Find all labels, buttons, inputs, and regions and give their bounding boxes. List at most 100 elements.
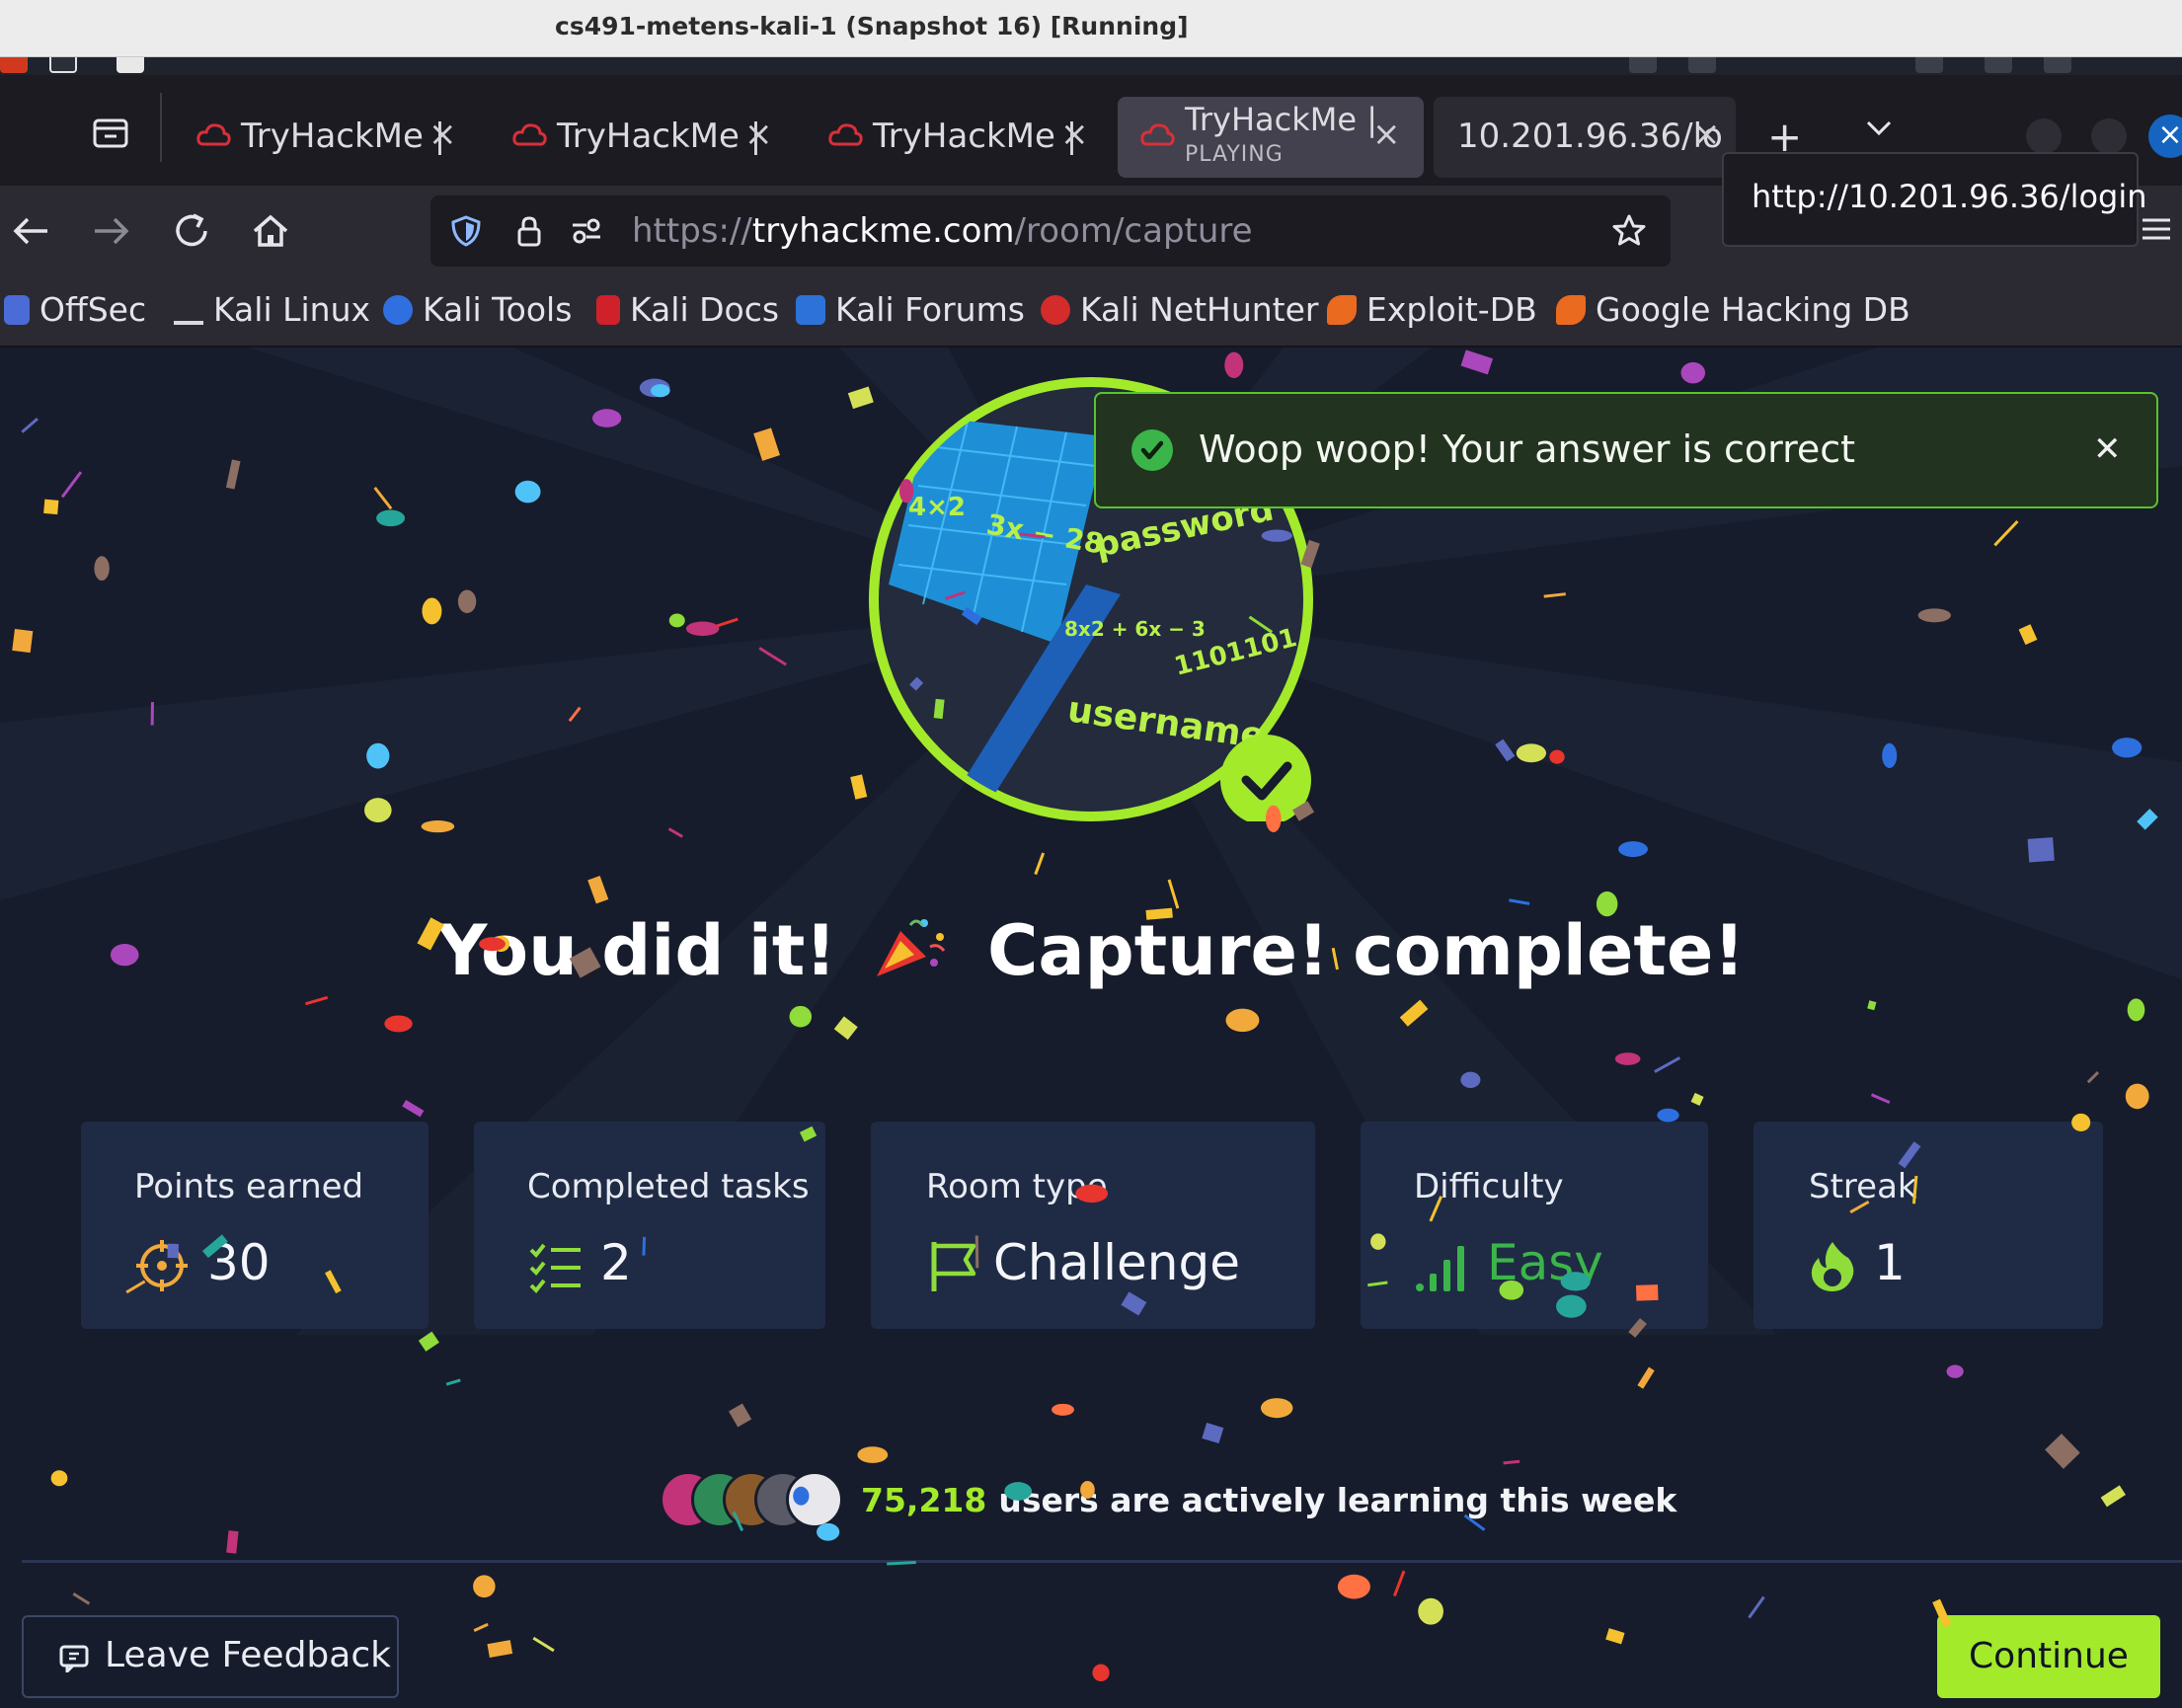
stat-label: Points earned (134, 1167, 364, 1206)
tryhackme-cloud-icon (512, 123, 547, 146)
target-icon (136, 1240, 188, 1291)
tab-close-icon[interactable]: × (1372, 115, 1401, 154)
bookmark-kali-docs[interactable]: Kali Docs (596, 290, 779, 329)
badge-text: 8x2 + 6x − 3 (1064, 617, 1206, 641)
check-circle-icon (1131, 429, 1173, 471)
stat-value: 30 (207, 1234, 271, 1291)
tab-close-icon[interactable]: × (1692, 115, 1721, 154)
checklist-icon (529, 1243, 581, 1293)
bookmark-label: Kali Forums (835, 290, 1025, 329)
url-host: tryhackme.com (751, 211, 1015, 251)
lock-icon[interactable] (511, 213, 547, 249)
tab-label: TryHackMe | (873, 116, 1078, 156)
bookmark-star-icon[interactable] (1611, 213, 1647, 249)
permissions-icon[interactable] (569, 213, 604, 249)
tab-label: TryHackMe | (557, 116, 762, 156)
shield-icon[interactable] (448, 213, 484, 249)
stat-card-tasks: Completed tasks 2 (474, 1122, 825, 1329)
url-bar[interactable]: https://tryhackme.com/room/capture (430, 195, 1671, 267)
page-title: You did it! Capture! complete! (0, 910, 2182, 991)
bookmark-exploit-db[interactable]: Exploit-DB (1327, 290, 1537, 329)
tab-tryhackme-active[interactable]: TryHackMe | PLAYING × (1118, 97, 1424, 178)
tab-close-icon[interactable]: × (1060, 115, 1089, 154)
stat-value: Easy (1487, 1234, 1603, 1291)
leave-feedback-button[interactable]: Leave Feedback (22, 1615, 399, 1698)
reload-icon[interactable] (168, 207, 215, 255)
menu-icon[interactable] (2139, 211, 2174, 247)
tab-login[interactable]: 10.201.96.36/lo × (1434, 97, 1736, 178)
stat-label: Room type (926, 1167, 1108, 1206)
firefox-view-icon[interactable] (91, 113, 130, 152)
notification-icon[interactable] (1985, 57, 2012, 73)
bookmark-kali-nethunter[interactable]: Kali NetHunter (1041, 290, 1319, 329)
learners-count: 75,218 (861, 1481, 987, 1519)
files-icon[interactable] (117, 57, 144, 73)
nethunter-icon (1041, 295, 1070, 325)
kali-top-panel (0, 57, 2182, 75)
forward-arrow-icon[interactable] (87, 207, 134, 255)
stat-value: 1 (1874, 1234, 1906, 1291)
bookmark-label: Kali Linux (213, 290, 371, 329)
success-toast: Woop woop! Your answer is correct ✕ (1094, 392, 2158, 508)
power-icon[interactable] (2044, 57, 2071, 73)
badge-text: 4×2 (908, 493, 966, 522)
room-complete-page: 4×2 3x − 28 password 8x2 + 6x − 3 110110… (0, 348, 2182, 1708)
network-icon[interactable] (1688, 57, 1716, 73)
signal-bars-icon (1416, 1246, 1464, 1291)
tryhackme-cloud-icon (828, 123, 863, 146)
leave-feedback-label: Leave Feedback (105, 1635, 391, 1675)
learners-text: 75,218 users are actively learning this w… (861, 1481, 1676, 1519)
minimize-button[interactable] (2026, 118, 2062, 154)
bookmark-kali-tools[interactable]: Kali Tools (383, 290, 572, 329)
url-text[interactable]: https://tryhackme.com/room/capture (632, 211, 1253, 251)
close-icon[interactable]: ✕ (2093, 429, 2122, 469)
close-window-icon[interactable]: × (2148, 115, 2182, 158)
tab-tryhackme-2[interactable]: TryHackMe | × (490, 97, 796, 178)
feedback-icon (59, 1645, 89, 1672)
stat-label: Difficulty (1414, 1167, 1564, 1206)
tab-close-icon[interactable]: × (429, 115, 457, 154)
stat-card-points: Points earned 30 (81, 1122, 429, 1329)
flag-icon (931, 1242, 976, 1291)
kali-dragon-icon (174, 295, 203, 325)
bookmark-google-hacking-db[interactable]: Google Hacking DB (1556, 290, 1910, 329)
tab-tryhackme-1[interactable]: TryHackMe | × (174, 97, 480, 178)
volume-icon[interactable] (1915, 57, 1943, 73)
bookmark-kali-forums[interactable]: Kali Forums (796, 290, 1025, 329)
divider (22, 1560, 2182, 1563)
stat-value: Challenge (993, 1234, 1240, 1291)
stat-card-streak: Streak 1 (1753, 1122, 2103, 1329)
party-popper-icon (876, 919, 945, 976)
tab-separator (160, 93, 162, 162)
kali-tools-icon (383, 295, 413, 325)
tab-tryhackme-3[interactable]: TryHackMe | × (806, 97, 1112, 178)
terminal-icon[interactable] (49, 57, 77, 73)
monitor-icon[interactable] (1629, 57, 1657, 73)
tryhackme-cloud-icon (1140, 123, 1175, 146)
badge-check-circle (1220, 735, 1311, 821)
flame-icon (1811, 1242, 1854, 1291)
bookmark-label: Kali Docs (630, 290, 780, 329)
tab-label: TryHackMe | (241, 116, 446, 156)
kali-forums-icon (796, 295, 825, 325)
url-path: /room/capture (1014, 211, 1253, 251)
bookmarks-bar: OffSec Kali Linux Kali Tools Kali Docs K… (0, 276, 2182, 348)
tab-playing-label: PLAYING (1185, 142, 1284, 167)
chevron-down-icon[interactable] (1862, 115, 1896, 142)
continue-button[interactable]: Continue (1937, 1615, 2160, 1698)
stat-card-difficulty: Difficulty Easy (1361, 1122, 1708, 1329)
kali-menu-icon[interactable] (0, 57, 28, 73)
bookmark-offsec[interactable]: OffSec (4, 290, 146, 329)
tab-close-icon[interactable]: × (744, 115, 773, 154)
url-scheme: https:// (632, 211, 752, 251)
maximize-button[interactable] (2091, 118, 2127, 154)
back-arrow-icon[interactable] (8, 207, 55, 255)
bookmark-kali-linux[interactable]: Kali Linux (174, 290, 370, 329)
bookmark-label: Exploit-DB (1366, 290, 1537, 329)
bookmark-label: Kali Tools (423, 290, 573, 329)
stat-card-room-type: Room type Challenge (871, 1122, 1315, 1329)
tab-label: TryHackMe | (1185, 101, 1377, 138)
ghdb-icon (1556, 295, 1586, 325)
home-icon[interactable] (247, 207, 294, 255)
bookmark-label: Google Hacking DB (1596, 290, 1910, 329)
